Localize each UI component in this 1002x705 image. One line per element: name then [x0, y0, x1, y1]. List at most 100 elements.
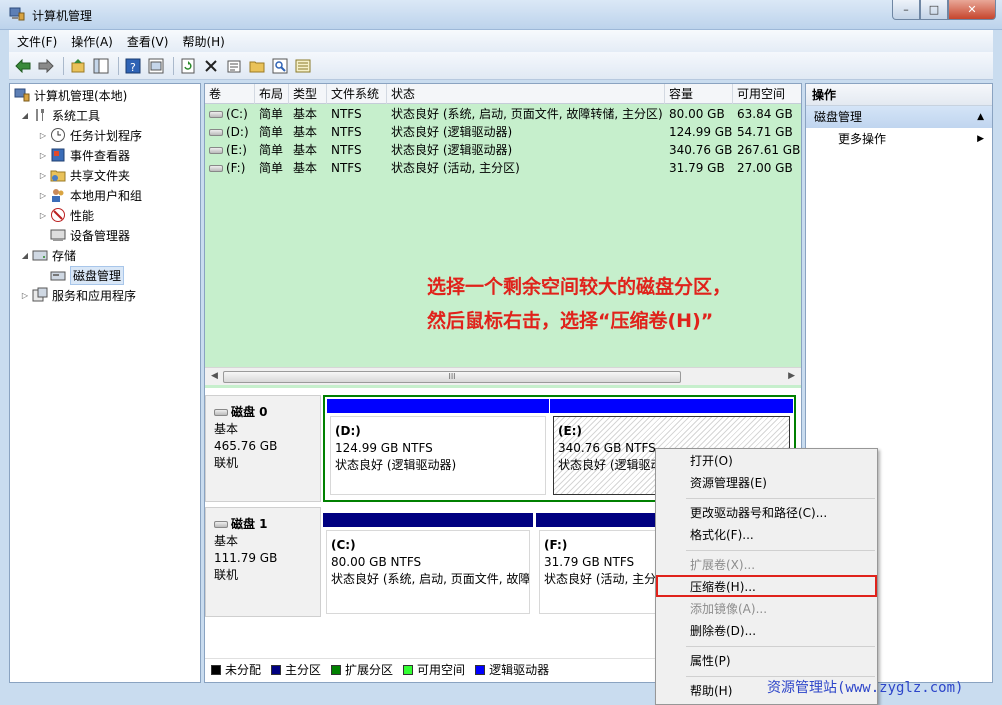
refresh-icon[interactable]: [178, 56, 198, 76]
collapse-up-icon[interactable]: ▲: [977, 106, 984, 128]
partition-d-status: 状态良好 (逻辑驱动器): [335, 458, 457, 472]
toolbar: ?: [9, 52, 993, 80]
disk-management-icon: [50, 271, 66, 281]
status-cell: 状态良好 (系统, 启动, 页面文件, 故障转储, 主分区): [391, 107, 663, 121]
column-filesystem[interactable]: 文件系统: [327, 84, 387, 104]
legend-swatch: [271, 664, 282, 675]
expand-icon[interactable]: ▷: [38, 151, 48, 160]
tree-performance-label: 性能: [70, 208, 95, 223]
tree-local-users[interactable]: ▷ 本地用户和组: [38, 185, 142, 205]
tree-device-manager[interactable]: 设备管理器: [50, 225, 130, 245]
expand-icon[interactable]: ▷: [38, 131, 48, 140]
volume-row[interactable]: (E:) 简单 基本 NTFS 状态良好 (逻辑驱动器) 340.76 GB 2…: [205, 141, 801, 159]
help-icon[interactable]: ?: [123, 56, 143, 76]
actions-section-label: 磁盘管理: [814, 110, 863, 124]
shared-folder-icon: [50, 170, 66, 182]
volume-row[interactable]: (F:) 简单 基本 NTFS 状态良好 (活动, 主分区) 31.79 GB …: [205, 159, 801, 177]
column-layout[interactable]: 布局: [255, 84, 289, 104]
close-button[interactable]: ✕: [948, 0, 996, 20]
tree-system-tools[interactable]: ◢ 系统工具: [20, 105, 100, 125]
console-tree-icon[interactable]: [91, 56, 111, 76]
partition-d[interactable]: (D:) 124.99 GB NTFS 状态良好 (逻辑驱动器): [327, 399, 549, 498]
window-title: 计算机管理: [32, 9, 93, 23]
column-volume[interactable]: 卷: [205, 84, 255, 104]
tree-shared-folders[interactable]: ▷ 共享文件夹: [38, 165, 130, 185]
tree-event-viewer[interactable]: ▷ 事件查看器: [38, 145, 130, 165]
column-capacity[interactable]: 容量: [665, 84, 733, 104]
disk-0-name: 磁盘 0: [214, 404, 320, 421]
search-icon[interactable]: [270, 56, 290, 76]
column-type[interactable]: 类型: [289, 84, 327, 104]
tree-task-scheduler[interactable]: ▷ 任务计划程序: [38, 125, 142, 145]
minimize-button[interactable]: –: [892, 0, 920, 20]
menu-view[interactable]: 查看(V): [127, 33, 169, 50]
scroll-left-icon[interactable]: ◀: [211, 371, 218, 381]
menu-properties[interactable]: 属性(P): [656, 650, 877, 672]
tree-root-label: 计算机管理(本地): [34, 88, 128, 103]
disk-0-label[interactable]: 磁盘 0 基本 465.76 GB 联机: [205, 395, 321, 502]
collapse-icon[interactable]: ◢: [20, 251, 30, 260]
expand-icon[interactable]: ▷: [38, 211, 48, 220]
tree-root[interactable]: 计算机管理(本地): [14, 85, 127, 105]
properties-icon[interactable]: [146, 56, 166, 76]
expand-icon[interactable]: ▷: [38, 191, 48, 200]
maximize-button[interactable]: □: [920, 0, 948, 20]
status-cell: 状态良好 (逻辑驱动器): [391, 143, 513, 157]
more-actions-label: 更多操作: [838, 132, 887, 146]
tree-storage[interactable]: ◢ 存储: [20, 245, 76, 265]
volume-row[interactable]: (C:) 简单 基本 NTFS 状态良好 (系统, 启动, 页面文件, 故障转储…: [205, 105, 801, 123]
capacity-cell: 340.76 GB: [669, 143, 733, 157]
menu-separator: [686, 498, 875, 499]
menu-file[interactable]: 文件(F): [17, 33, 57, 50]
collapse-icon[interactable]: ◢: [20, 111, 30, 120]
open-icon[interactable]: [247, 56, 267, 76]
export-icon[interactable]: [293, 56, 313, 76]
partition-type-bar: [327, 399, 549, 413]
actions-section-disk-management[interactable]: 磁盘管理 ▲: [806, 106, 992, 128]
filesystem-cell: NTFS: [331, 161, 362, 175]
volume-row[interactable]: (D:) 简单 基本 NTFS 状态良好 (逻辑驱动器) 124.99 GB 5…: [205, 123, 801, 141]
menu-format[interactable]: 格式化(F)...: [656, 524, 877, 546]
menu-help[interactable]: 帮助(H): [182, 33, 224, 50]
forward-icon[interactable]: [36, 56, 56, 76]
menu-explorer[interactable]: 资源管理器(E): [656, 472, 877, 494]
disk-1-label[interactable]: 磁盘 1 基本 111.79 GB 联机: [205, 507, 321, 617]
filesystem-cell: NTFS: [331, 125, 362, 139]
expand-icon[interactable]: ▷: [20, 291, 30, 300]
up-icon[interactable]: [68, 56, 88, 76]
tree-task-scheduler-label: 任务计划程序: [70, 128, 143, 143]
horizontal-scrollbar[interactable]: ◀ III ▶: [205, 367, 801, 385]
scroll-thumb[interactable]: III: [223, 371, 681, 383]
toolbar-separator: [63, 56, 64, 75]
column-status[interactable]: 状态: [387, 84, 665, 104]
menu-open[interactable]: 打开(O): [656, 450, 877, 472]
delete-icon[interactable]: [201, 56, 221, 76]
partition-c[interactable]: (C:) 80.00 GB NTFS 状态良好 (系统, 启动, 页面文件, 故…: [323, 513, 533, 617]
partition-type-bar: [323, 513, 533, 527]
drive-icon: [209, 165, 223, 172]
menu-action[interactable]: 操作(A): [71, 33, 113, 50]
partition-d-size: 124.99 GB NTFS: [335, 441, 433, 455]
drive-icon: [209, 111, 223, 118]
back-icon[interactable]: [13, 56, 33, 76]
legend-item: 未分配: [211, 661, 261, 678]
disk-1-type: 基本: [214, 534, 239, 548]
title-bar: 计算机管理 – □ ✕: [0, 0, 1002, 30]
more-actions[interactable]: 更多操作 ▶: [806, 128, 992, 150]
shrink-volume-highlight: [656, 575, 877, 597]
tree-services-apps[interactable]: ▷ 服务和应用程序: [20, 285, 136, 305]
properties2-icon[interactable]: [224, 56, 244, 76]
tree-disk-management[interactable]: 磁盘管理: [50, 265, 125, 285]
services-icon: [32, 287, 48, 302]
tree-performance[interactable]: ▷ 性能: [38, 205, 94, 225]
scroll-right-icon[interactable]: ▶: [788, 371, 795, 381]
partition-d-info: (D:) 124.99 GB NTFS 状态良好 (逻辑驱动器): [330, 416, 546, 495]
expand-icon[interactable]: ▷: [38, 171, 48, 180]
menu-change-drive-letter[interactable]: 更改驱动器号和路径(C)...: [656, 502, 877, 524]
disk-0-size: 465.76 GB: [214, 439, 278, 453]
menu-delete-volume[interactable]: 删除卷(D)...: [656, 620, 877, 642]
legend-item: 扩展分区: [331, 661, 393, 678]
type-cell: 基本: [293, 107, 318, 121]
legend-swatch: [211, 664, 221, 675]
column-free-space[interactable]: 可用空间: [733, 84, 801, 104]
